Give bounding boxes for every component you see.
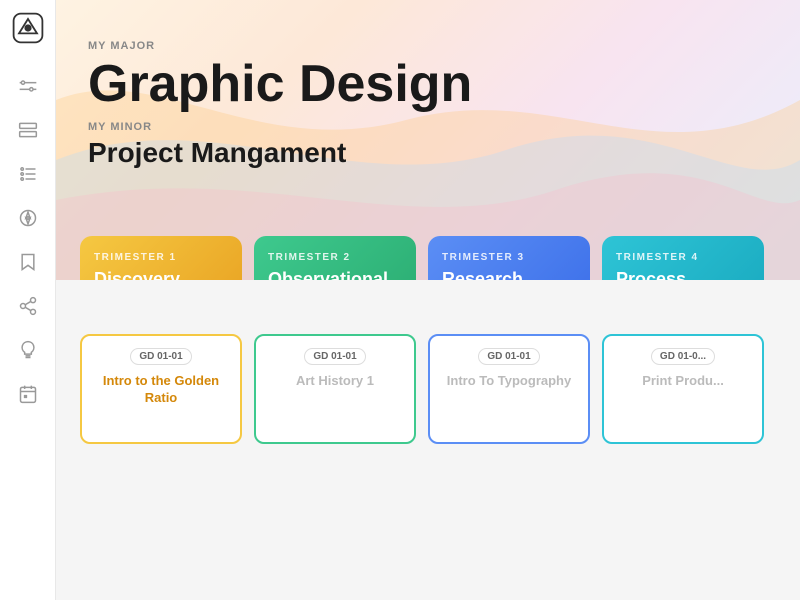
minor-label: MY MINOR <box>88 121 768 133</box>
trimester-number-1: TRIMESTER 1 <box>94 252 228 263</box>
sidebar-item-list[interactable] <box>10 156 46 192</box>
course-name-1: Intro to the Golden Ratio <box>94 373 228 407</box>
trimester-number-4: TRIMESTER 4 <box>616 252 750 263</box>
trimester-card-4[interactable]: TRIMESTER 4 Process 6 Courses <box>602 236 764 280</box>
sidebar-item-compass[interactable] <box>10 200 46 236</box>
minor-title: Project Mangament <box>88 137 768 169</box>
courses-row: GD 01-01 Intro to the Golden Ratio GD 01… <box>80 334 776 444</box>
hero-section: MY MAJOR Graphic Design MY MINOR Project… <box>56 0 800 280</box>
sidebar-item-filters[interactable] <box>10 68 46 104</box>
course-code-2: GD 01-01 <box>304 348 365 365</box>
course-card-2[interactable]: GD 01-01 Art History 1 <box>254 334 416 444</box>
course-code-4: GD 01-0... <box>651 348 715 365</box>
sidebar-item-bookmark[interactable] <box>10 244 46 280</box>
trimester-card-2[interactable]: TRIMESTER 2 Observational 5 Courses <box>254 236 416 280</box>
sidebar-item-calendar[interactable] <box>10 376 46 412</box>
trimester-name-2: Observational <box>268 269 402 280</box>
course-card-1[interactable]: GD 01-01 Intro to the Golden Ratio <box>80 334 242 444</box>
trimester-number-3: TRIMESTER 3 <box>442 252 576 263</box>
trimester-number-2: TRIMESTER 2 <box>268 252 402 263</box>
course-name-4: Print Produ... <box>642 373 724 390</box>
trimester-row: TRIMESTER 1 Discovery 6 Courses TRIMESTE… <box>80 236 776 280</box>
trimester-card-3[interactable]: TRIMESTER 3 Research 7 Courses <box>428 236 590 280</box>
trimester-name-4: Process <box>616 269 750 280</box>
course-card-3[interactable]: GD 01-01 Intro To Typography <box>428 334 590 444</box>
sidebar-item-ideas[interactable] <box>10 332 46 368</box>
trimester-card-1[interactable]: TRIMESTER 1 Discovery 6 Courses <box>80 236 242 280</box>
course-code-1: GD 01-01 <box>130 348 191 365</box>
sidebar-item-cards[interactable] <box>10 112 46 148</box>
course-name-2: Art History 1 <box>296 373 374 390</box>
app-logo[interactable] <box>8 8 48 48</box>
major-label: MY MAJOR <box>88 40 768 52</box>
hero-content: MY MAJOR Graphic Design MY MINOR Project… <box>56 0 800 189</box>
sidebar-item-share[interactable] <box>10 288 46 324</box>
major-title: Graphic Design <box>88 56 768 113</box>
course-card-4[interactable]: GD 01-0... Print Produ... <box>602 334 764 444</box>
course-name-3: Intro To Typography <box>447 373 571 390</box>
main-content: MY MAJOR Graphic Design MY MINOR Project… <box>56 0 800 600</box>
courses-section: GD 01-01 Intro to the Golden Ratio GD 01… <box>56 310 800 444</box>
trimester-name-1: Discovery <box>94 269 228 280</box>
sidebar <box>0 0 56 600</box>
course-code-3: GD 01-01 <box>478 348 539 365</box>
trimester-name-3: Research <box>442 269 576 280</box>
